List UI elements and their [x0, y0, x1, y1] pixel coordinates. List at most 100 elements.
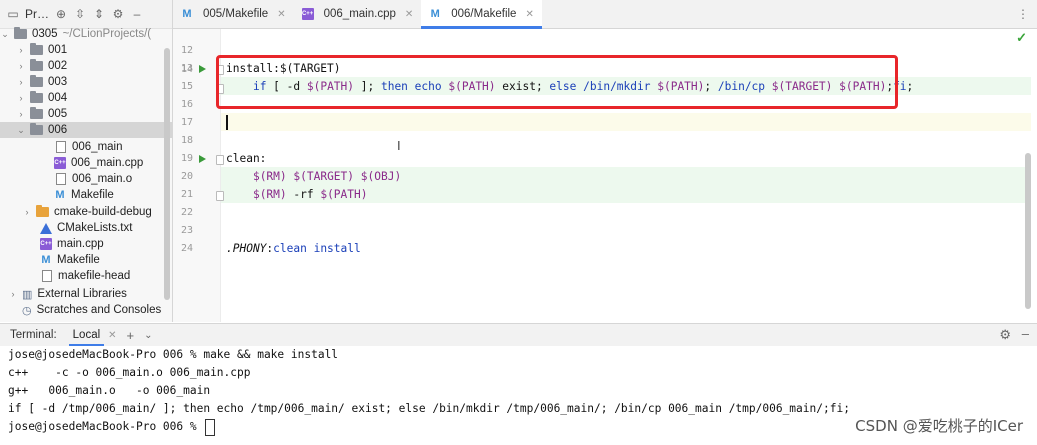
fold-icon[interactable]: [216, 191, 224, 201]
mouse-ibeam-cursor: I: [397, 138, 401, 153]
special-target: .PHONY: [226, 242, 267, 255]
file-icon: [56, 173, 66, 185]
gear-icon[interactable]: ⚙: [111, 7, 125, 21]
tree-item-makefile-head[interactable]: makefile-head: [0, 268, 172, 284]
terminal-title: Terminal:: [10, 329, 57, 341]
variable: $(OBJ): [360, 170, 402, 183]
tree-item-label: CMakeLists.txt: [57, 222, 133, 234]
project-panel: ▭ Pr… ⊕ ⇳ ⇕ ⚙ – ⌄ 0305 ~/CLionProjects/(…: [0, 0, 173, 322]
file-icon: [56, 141, 66, 153]
tree-item-006-makefile[interactable]: M Makefile: [0, 187, 172, 203]
tab-label: 005/Makefile: [203, 8, 269, 20]
chevron-down-icon[interactable]: ⌄: [144, 330, 152, 341]
add-icon[interactable]: +: [127, 328, 135, 343]
tree-item-label: Makefile: [71, 189, 114, 201]
makefile-icon: M: [55, 189, 65, 201]
close-icon[interactable]: ✕: [277, 9, 285, 20]
tab-006-main-cpp[interactable]: C++ 006_main.cpp ✕: [294, 0, 422, 28]
tree-item-external-libraries[interactable]: › ▥ External Libraries: [0, 286, 168, 302]
variable: $(TARGET): [293, 170, 355, 183]
text-caret: [226, 115, 228, 130]
collapse-all-icon[interactable]: ⇕: [92, 7, 106, 21]
tree-item-makefile[interactable]: M Makefile: [0, 252, 172, 268]
line-number: 18: [180, 135, 193, 146]
tree-item-001[interactable]: › 001: [0, 42, 172, 58]
code-line-19: clean:: [226, 152, 267, 165]
code-text: ;: [906, 80, 914, 93]
line-number: 24: [180, 243, 193, 254]
run-target-icon[interactable]: [199, 155, 206, 163]
tree-item-006-main[interactable]: 006_main: [0, 139, 172, 155]
tree-root-path: ~/CLionProjects/(: [62, 28, 152, 40]
chevron-right-icon[interactable]: ›: [16, 77, 26, 87]
library-icon: ▥: [22, 288, 33, 301]
tree-item-scratches[interactable]: ◷ Scratches and Consoles: [0, 302, 172, 318]
fold-icon[interactable]: [216, 155, 224, 165]
line-number: 23: [180, 225, 193, 236]
folder-icon: [30, 59, 43, 71]
project-scrollbar[interactable]: [164, 48, 170, 300]
tree-item-label: 004: [48, 92, 68, 104]
inspection-ok-icon[interactable]: ✓: [1016, 30, 1027, 46]
scratches-icon: ◷: [22, 304, 32, 317]
editor-scrollbar[interactable]: [1025, 153, 1031, 309]
tree-item-label: 003: [48, 76, 68, 88]
tab-005-makefile[interactable]: M 005/Makefile ✕: [173, 0, 294, 28]
close-icon[interactable]: ✕: [108, 330, 116, 341]
run-target-icon[interactable]: [199, 65, 206, 73]
tree-item-006-main-cpp[interactable]: C++ 006_main.cpp: [0, 155, 172, 171]
tree-item-006[interactable]: ⌄ 006: [0, 122, 172, 138]
minimize-icon[interactable]: –: [130, 7, 144, 21]
line-number: 12: [180, 45, 193, 56]
tree-item-003[interactable]: › 003: [0, 74, 172, 90]
variable: $(RM): [252, 170, 287, 183]
chevron-right-icon[interactable]: ›: [22, 207, 32, 217]
chevron-down-icon[interactable]: ⌄: [16, 125, 26, 136]
gear-icon[interactable]: ⚙: [999, 327, 1011, 343]
terminal-prompt-line[interactable]: jose@josedeMacBook-Pro 006 %: [8, 418, 216, 436]
code-line-24: .PHONY:clean install: [226, 240, 361, 258]
tab-006-makefile[interactable]: M 006/Makefile ✕: [421, 0, 542, 29]
chevron-right-icon[interactable]: ›: [16, 45, 26, 55]
terminal-prompt: jose@josedeMacBook-Pro 006 %: [8, 420, 204, 433]
project-view-selector[interactable]: Pr…: [25, 7, 49, 21]
chevron-right-icon[interactable]: ›: [16, 93, 26, 103]
makefile-icon: M: [182, 8, 192, 20]
tree-item-006-main-o[interactable]: 006_main.o: [0, 171, 172, 187]
terminal-line: jose@josedeMacBook-Pro 006 % make && mak…: [8, 348, 339, 361]
tree-item-cmake-build-debug[interactable]: › cmake-build-debug: [0, 204, 172, 220]
folder-icon: [30, 75, 43, 87]
chevron-right-icon[interactable]: ›: [8, 289, 18, 299]
chevron-down-icon[interactable]: ⌄: [0, 29, 10, 40]
variable: $(PATH): [320, 188, 368, 201]
tree-item-005[interactable]: › 005: [0, 106, 172, 122]
code-editor[interactable]: 12 13 14 15 16 17 18 19 20 21 22 23 24 i…: [173, 29, 1037, 322]
watermark: CSDN @爱吃桃子的ICer: [855, 417, 1023, 435]
line-number: 15: [180, 81, 193, 92]
close-icon[interactable]: ✕: [525, 9, 533, 20]
tab-label: 006/Makefile: [451, 8, 517, 20]
code-line-21: $(RM) -rf $(PATH): [226, 186, 368, 204]
chevron-right-icon[interactable]: ›: [16, 109, 26, 119]
tree-item-cmakelists[interactable]: CMakeLists.txt: [0, 220, 172, 236]
locate-icon[interactable]: ⊕: [54, 7, 68, 21]
more-icon[interactable]: ⋮: [1017, 7, 1029, 21]
tree-item-label: 001: [48, 44, 68, 56]
tree-item-label: 002: [48, 60, 68, 72]
chevron-right-icon[interactable]: ›: [16, 61, 26, 71]
tree-item-002[interactable]: › 002: [0, 58, 172, 74]
close-icon[interactable]: ✕: [405, 9, 413, 20]
tree-root[interactable]: ⌄ 0305 ~/CLionProjects/(: [0, 26, 160, 42]
expand-all-icon[interactable]: ⇳: [73, 7, 87, 21]
annotation-highlight-box: [216, 55, 898, 109]
terminal-tab-local[interactable]: Local: [68, 324, 105, 346]
variable: $(RM): [252, 188, 287, 201]
tree-root-label: 0305: [32, 28, 58, 40]
minimize-icon[interactable]: –: [1022, 326, 1029, 341]
tree-item-main-cpp[interactable]: C++ main.cpp: [0, 236, 172, 252]
tree-item-label: Scratches and Consoles: [36, 304, 162, 316]
tree-item-label: External Libraries: [37, 288, 127, 300]
tree-item-004[interactable]: › 004: [0, 90, 172, 106]
project-view-icon[interactable]: ▭: [6, 7, 20, 21]
